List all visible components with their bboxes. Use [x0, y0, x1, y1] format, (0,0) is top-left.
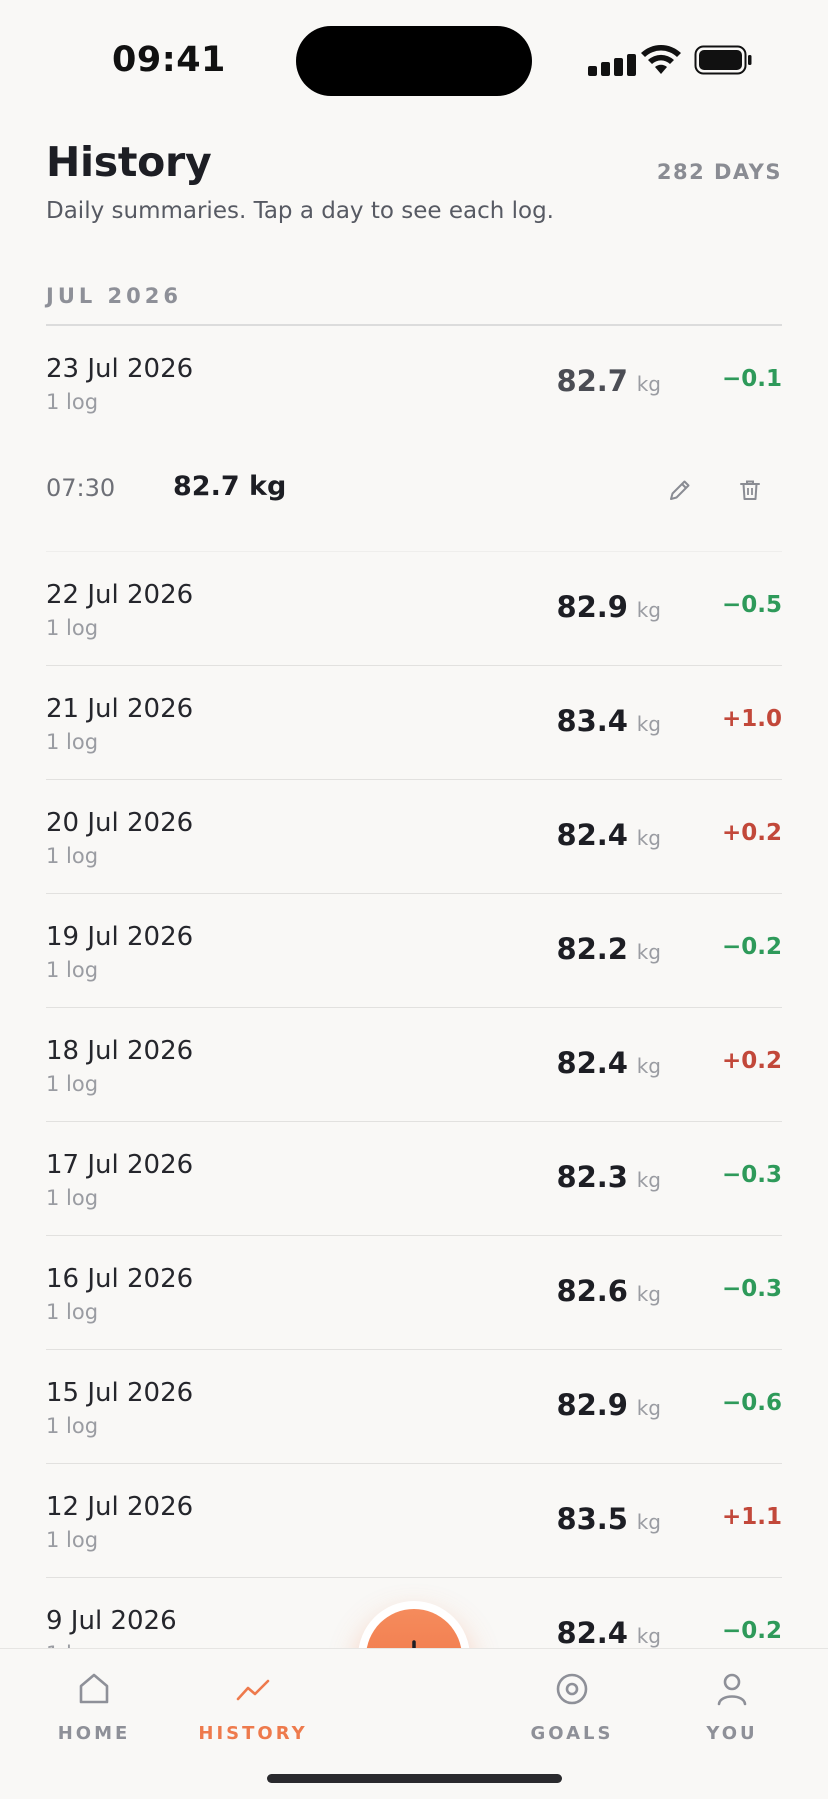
day-delta: −0.2 — [721, 934, 782, 960]
day-weight-unit: kg — [636, 1624, 661, 1648]
day-weight-unit: kg — [636, 826, 661, 850]
day-weight: 83.5 — [556, 1502, 628, 1536]
history-list: 23 Jul 2026 1 log 82.7 kg −0.1 07:30 82.… — [46, 326, 782, 1692]
dynamic-island — [296, 26, 532, 96]
home-indicator — [267, 1774, 562, 1783]
day-weight: 82.4 — [556, 1046, 628, 1080]
day-weight: 82.9 — [556, 590, 628, 624]
day-delta: −0.6 — [721, 1390, 782, 1416]
day-log-count: 1 log — [46, 730, 99, 754]
log-entry: 07:30 82.7 kg — [46, 426, 782, 552]
day-log-count: 1 log — [46, 1300, 99, 1324]
day-row[interactable]: 16 Jul 2026 1 log 82.6 kg −0.3 — [46, 1236, 782, 1350]
tab-you[interactable]: YOU — [667, 1669, 797, 1744]
log-time: 07:30 — [46, 474, 116, 502]
day-row[interactable]: 17 Jul 2026 1 log 82.3 kg −0.3 — [46, 1122, 782, 1236]
day-weight: 82.9 — [556, 1388, 628, 1422]
day-date: 22 Jul 2026 — [46, 580, 194, 610]
day-row[interactable]: 15 Jul 2026 1 log 82.9 kg −0.6 — [46, 1350, 782, 1464]
day-row[interactable]: 18 Jul 2026 1 log 82.4 kg +0.2 — [46, 1008, 782, 1122]
day-delta: −0.1 — [721, 366, 782, 392]
person-icon — [717, 1673, 747, 1706]
day-delta: +1.0 — [721, 706, 782, 732]
tab-label: HOME — [57, 1723, 131, 1744]
day-delta: +0.2 — [721, 1048, 782, 1074]
home-icon — [79, 1673, 109, 1704]
day-log-count: 1 log — [46, 844, 99, 868]
day-row[interactable]: 22 Jul 2026 1 log 82.9 kg −0.5 — [46, 552, 782, 666]
day-weight: 82.4 — [556, 1616, 628, 1650]
status-time: 09:41 — [112, 40, 226, 80]
day-weight-unit: kg — [636, 712, 661, 736]
tab-goals[interactable]: GOALS — [507, 1669, 637, 1744]
day-log-count: 1 log — [46, 390, 99, 414]
day-weight-unit: kg — [636, 1510, 661, 1534]
tab-history[interactable]: HISTORY — [188, 1669, 318, 1744]
day-date: 16 Jul 2026 — [46, 1264, 194, 1294]
day-weight: 83.4 — [556, 704, 628, 738]
log-weight: 82.7 kg — [173, 471, 287, 502]
day-weight-unit: kg — [636, 598, 661, 622]
tab-home[interactable]: HOME — [29, 1669, 159, 1744]
day-row[interactable]: 21 Jul 2026 1 log 83.4 kg +1.0 — [46, 666, 782, 780]
day-weight-unit: kg — [636, 1054, 661, 1078]
delete-log-button[interactable] — [730, 470, 770, 510]
day-date: 9 Jul 2026 — [46, 1606, 177, 1636]
status-bar: 09:41 — [0, 0, 828, 110]
day-date: 15 Jul 2026 — [46, 1378, 194, 1408]
day-delta: −0.5 — [721, 592, 782, 618]
day-log-count: 1 log — [46, 1414, 99, 1438]
tab-label: GOALS — [530, 1723, 614, 1744]
day-weight-unit: kg — [636, 1396, 661, 1420]
day-weight-unit: kg — [636, 1168, 661, 1192]
day-log-count: 1 log — [46, 1072, 99, 1096]
day-log-count: 1 log — [46, 616, 99, 640]
day-row[interactable]: 12 Jul 2026 1 log 83.5 kg +1.1 — [46, 1464, 782, 1578]
day-weight: 82.3 — [556, 1160, 628, 1194]
day-log-count: 1 log — [46, 1186, 99, 1210]
day-weight-unit: kg — [636, 372, 661, 396]
day-weight: 82.4 — [556, 818, 628, 852]
page-header: History Daily summaries. Tap a day to se… — [46, 138, 782, 224]
day-row-expanded[interactable]: 23 Jul 2026 1 log 82.7 kg −0.1 — [46, 326, 782, 426]
day-date: 12 Jul 2026 — [46, 1492, 194, 1522]
day-date: 17 Jul 2026 — [46, 1150, 194, 1180]
day-delta: +0.2 — [721, 820, 782, 846]
days-count-badge: 282 DAYS — [656, 160, 782, 184]
cellular-signal-icon — [588, 50, 640, 76]
trend-icon — [236, 1679, 270, 1701]
day-weight: 82.6 — [556, 1274, 628, 1308]
month-header: JUL 2026 — [46, 284, 183, 308]
day-weight-unit: kg — [636, 940, 661, 964]
day-log-count: 1 log — [46, 958, 99, 982]
day-date: 20 Jul 2026 — [46, 808, 194, 838]
day-weight: 82.2 — [556, 932, 628, 966]
day-delta: −0.3 — [721, 1162, 782, 1188]
day-row[interactable]: 20 Jul 2026 1 log 82.4 kg +0.2 — [46, 780, 782, 894]
day-log-count: 1 log — [46, 1528, 99, 1552]
trash-icon — [740, 480, 760, 500]
day-date: 21 Jul 2026 — [46, 694, 194, 724]
day-weight-unit: kg — [636, 1282, 661, 1306]
day-weight: 82.7 — [556, 364, 628, 398]
day-date: 18 Jul 2026 — [46, 1036, 194, 1066]
pencil-icon — [670, 480, 690, 500]
wifi-icon — [641, 45, 681, 74]
day-delta: −0.3 — [721, 1276, 782, 1302]
page-subtitle: Daily summaries. Tap a day to see each l… — [46, 198, 554, 224]
day-row[interactable]: 19 Jul 2026 1 log 82.2 kg −0.2 — [46, 894, 782, 1008]
target-icon — [556, 1673, 588, 1705]
day-date: 19 Jul 2026 — [46, 922, 194, 952]
battery-icon — [694, 45, 752, 75]
edit-log-button[interactable] — [660, 470, 700, 510]
tab-label: HISTORY — [198, 1723, 308, 1744]
day-date: 23 Jul 2026 — [46, 354, 194, 384]
tab-label: YOU — [706, 1723, 758, 1744]
day-delta: +1.1 — [721, 1504, 782, 1530]
day-delta: −0.2 — [721, 1618, 782, 1644]
